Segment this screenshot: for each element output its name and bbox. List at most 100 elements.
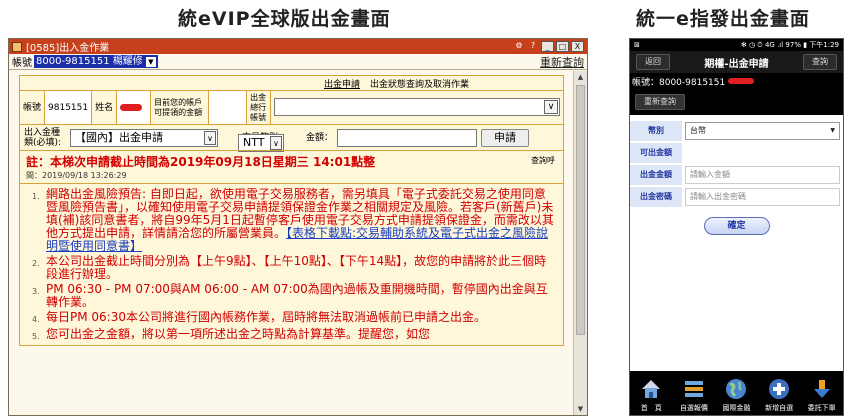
notice-number: 5.: [32, 332, 40, 341]
evip-window: [0585]出入金作業 ⚙ ? _ □ X 帳號 8000-9815151 楊耀…: [8, 38, 588, 416]
plus-icon: [769, 379, 790, 399]
confirm-button[interactable]: 確定: [703, 217, 770, 235]
notice-list: 1. 網路出金風險預告: 自即日起，欲使用電子交易服務者，需另填具「電子式委託交…: [20, 183, 563, 343]
amount-label: 出金金額: [630, 165, 682, 185]
tab-withdraw-status[interactable]: 出金狀態查詢及取消作業: [370, 77, 469, 90]
nav-add-watch-label: 新增自選: [765, 404, 794, 412]
apply-button[interactable]: 申請: [481, 128, 530, 147]
nav-home[interactable]: 首 頁: [631, 377, 671, 413]
out-account-label: 出金總行帳號: [247, 91, 272, 124]
currency-select[interactable]: NTT ∨: [238, 133, 284, 152]
notice-header: 註：本梯次申請截止時間為2019年09月18日星期三 14:01點整 間：201…: [20, 150, 563, 183]
account-label: 帳號: [12, 58, 32, 69]
content-area: 出金申請 出金狀態查詢及取消作業 帳號 9815151 姓名 目前您的帳戶可提領…: [9, 71, 575, 415]
out-type-value: 【國內】出金申請: [75, 130, 163, 144]
maximize-button[interactable]: □: [556, 41, 569, 52]
chevron-down-icon: ∨: [270, 135, 282, 150]
available-value: [685, 144, 840, 162]
amount-row: 出金金額 請輸入金額: [630, 165, 843, 185]
withdraw-panel: 出金申請 出金狀態查詢及取消作業 帳號 9815151 姓名 目前您的帳戶可提領…: [19, 75, 564, 346]
window-title: [0585]出入金作業: [26, 43, 110, 54]
nav-global[interactable]: 國際金融: [716, 377, 756, 413]
query-button[interactable]: 查詢: [803, 54, 837, 70]
account-select-value: 8000-9815151 楊耀修: [36, 56, 143, 67]
scroll-up-icon[interactable]: ▲: [574, 71, 587, 83]
notice-number: 2.: [32, 259, 40, 268]
currency-select[interactable]: 台幣 ▼: [685, 122, 840, 140]
withdraw-form-row: 出入金種類(必填): 【國內】出金申請 ∨ 交易幣別： NTT ∨ 金額： 申請: [20, 124, 563, 152]
status-left: ⊠: [634, 41, 640, 49]
account-select[interactable]: 8000-9815151 楊耀修 ▼: [34, 55, 158, 68]
redacted-mark: [120, 104, 143, 111]
out-type-select[interactable]: 【國內】出金申請 ∨: [70, 128, 218, 147]
settings-icon[interactable]: ⚙: [513, 41, 525, 52]
account-text: 帳號：8000-9815151: [632, 77, 726, 88]
app-icon: [12, 41, 22, 52]
mobile-screen: ⊠ ✻ ◷ ⏱ 4G .ıl 97% ▮ 下午1:29 返回 期權-出金申請 查…: [629, 38, 844, 416]
account-line: 帳號：8000-9815151: [630, 73, 843, 89]
tab-withdraw-apply[interactable]: 出金申請: [324, 77, 360, 90]
page-title: 期權-出金申請: [704, 58, 769, 70]
nav-order-label: 委託下單: [807, 404, 836, 412]
globe-icon: [726, 379, 747, 399]
notice-item: 2. 本公司出金截止時間分別為【上午9點】、【上午10點】、【下午14點】，故您…: [32, 255, 555, 281]
status-right: ✻ ◷ ⏱ 4G .ıl 97% ▮ 下午1:29: [740, 41, 839, 49]
nav-global-label: 國際金融: [722, 404, 751, 412]
redacted-mark: [728, 78, 755, 84]
chevron-down-icon: ▼: [145, 56, 156, 67]
requery-button[interactable]: 重新查詢: [635, 94, 685, 110]
status-bar: ⊠ ✻ ◷ ⏱ 4G .ıl 97% ▮ 下午1:29: [630, 39, 843, 51]
currency-label: 幣別: [630, 121, 682, 141]
amount-input[interactable]: [337, 128, 478, 147]
arrow-down-icon: [813, 380, 830, 398]
notice-number: 1.: [32, 192, 40, 201]
refresh-button[interactable]: 重新查詢: [540, 54, 584, 70]
close-button[interactable]: X: [571, 41, 584, 52]
bottom-nav: 首 頁 自選報價 國際金融 新增自選 委託下單: [630, 371, 843, 415]
panel-tabs: 出金申請 出金狀態查詢及取消作業: [20, 76, 563, 90]
notice-time: 間：2019/09/18 13:26:29: [26, 171, 127, 180]
password-input[interactable]: 請輸入出金密碼: [685, 188, 840, 206]
name-label: 姓名: [92, 91, 118, 124]
scroll-thumb[interactable]: [576, 85, 585, 335]
requery-bar: 重新查詢: [630, 89, 843, 115]
scroll-down-icon[interactable]: ▼: [574, 403, 587, 415]
notice-body: 您可出金之金額，將以第一項所述出金之時點為計算基準。提醒您，如您: [46, 327, 431, 341]
vertical-scrollbar[interactable]: ▲ ▼: [573, 71, 587, 415]
withdraw-form: 幣別 台幣 ▼ 可出金額 出金金額 請輸入金額 出金密碼 請輸入出金密碼 確定: [630, 115, 843, 235]
out-account-select[interactable]: ∨: [274, 98, 560, 116]
nav-order[interactable]: 委託下單: [802, 377, 842, 413]
amount-label: 金額：: [306, 132, 334, 143]
window-controls: ⚙ ? _ □ X: [513, 41, 584, 52]
right-heading: 統一e指發出金畫面: [636, 8, 810, 30]
notice-item: 1. 網路出金風險預告: 自即日起，欲使用電子交易服務者，需另填具「電子式委託交…: [32, 188, 555, 253]
nav-watchlist-label: 自選報價: [679, 404, 708, 412]
nav-home-label: 首 頁: [640, 404, 662, 412]
password-label: 出金密碼: [630, 187, 682, 207]
name-value: [117, 91, 152, 124]
chevron-down-icon: ∨: [204, 130, 216, 145]
nav-add-watch[interactable]: 新增自選: [759, 377, 799, 413]
account-info-row: 帳號 9815151 姓名 目前您的帳戶可提領的金額 出金總行帳號 ∨: [20, 90, 563, 124]
back-button[interactable]: 返回: [636, 54, 670, 70]
notice-item: 3. PM 06:30 - PM 07:00與AM 06:00 - AM 07:…: [32, 283, 555, 309]
out-type-label: 出入金種類(必填):: [24, 127, 62, 148]
list-icon: [684, 381, 703, 397]
amount-input[interactable]: 請輸入金額: [685, 166, 840, 184]
notice-body: 本公司出金截止時間分別為【上午9點】、【上午10點】、【下午14點】，故您的申請…: [46, 254, 547, 281]
nav-watchlist[interactable]: 自選報價: [674, 377, 714, 413]
home-icon: [642, 380, 661, 398]
title-bar: [0585]出入金作業 ⚙ ? _ □ X: [9, 39, 587, 54]
account-bar: 帳號 8000-9815151 楊耀修 ▼ 重新查詢: [9, 54, 587, 70]
available-row: 可出金額: [630, 143, 843, 163]
notice-body: PM 06:30 - PM 07:00與AM 06:00 - AM 07:00為…: [46, 282, 548, 309]
left-heading: 統eVIP全球版出金畫面: [178, 8, 391, 30]
available-label: 可出金額: [630, 143, 682, 163]
currency-row: 幣別 台幣 ▼: [630, 121, 843, 141]
notice-text: 網路出金風險預告: 自即日起，欲使用電子交易服務者，需另填具「電子式委託交易之使…: [46, 188, 555, 253]
currency-value: NTT: [243, 135, 265, 149]
minimize-button[interactable]: _: [541, 41, 554, 52]
account-cell-label: 帳號: [20, 91, 46, 124]
help-icon[interactable]: ?: [527, 41, 539, 52]
withdrawable-value: [209, 91, 248, 124]
